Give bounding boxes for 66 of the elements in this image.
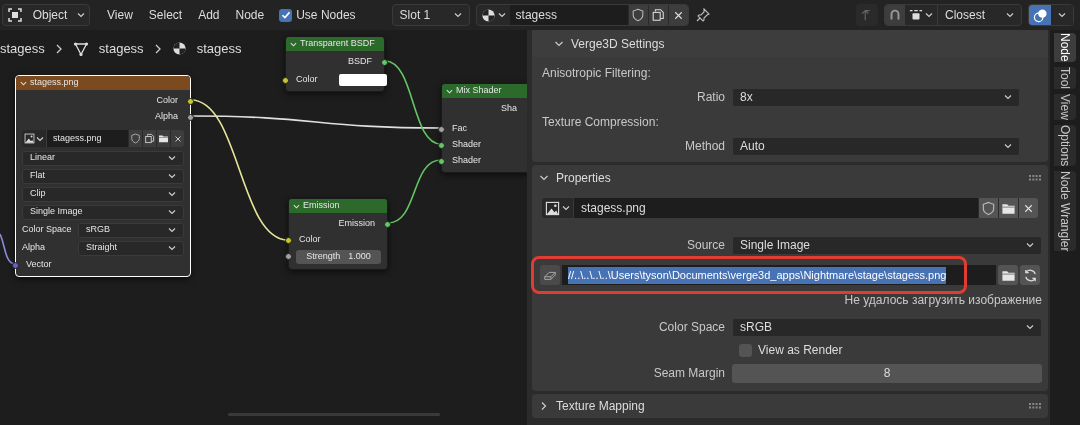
sidebar-tab[interactable]: Tool: [1054, 66, 1076, 89]
socket-label: Fac: [452, 122, 467, 136]
dropdown[interactable]: Single Image: [22, 204, 184, 220]
socket-label: Color: [156, 94, 178, 108]
field-label: Alpha: [22, 241, 47, 255]
socket-label: Color: [296, 73, 318, 87]
field-label: Ratio: [696, 89, 726, 106]
dropdown[interactable]: 8x: [732, 87, 1020, 107]
field-label: Source: [685, 237, 726, 254]
number-field[interactable]: 8: [732, 363, 1042, 383]
mode-dropdown[interactable]: Object: [2, 4, 90, 26]
group-heading: Texture Compression:: [541, 113, 660, 131]
menu-item[interactable]: Add: [191, 4, 227, 26]
section-header[interactable]: Texture Mapping: [532, 394, 1048, 418]
sidebar-tab[interactable]: Node: [1054, 33, 1076, 62]
node-header[interactable]: stagess.png: [16, 76, 190, 90]
dropdown[interactable]: Linear: [22, 150, 184, 166]
node-title: Mix Shader: [456, 84, 502, 98]
node-header[interactable]: Transparent BSDF: [286, 37, 384, 51]
node-card[interactable]: Emission Emission Color Strength 1.000: [288, 198, 388, 270]
dropdown[interactable]: Auto: [732, 136, 1020, 156]
node-card[interactable]: Transparent BSDF BSDF Color: [285, 36, 385, 92]
filepath-field[interactable]: //..\..\..\..\Users\tyson\Documents\verge3d_apps\Nightmare\stage\stagess.png: [562, 265, 996, 285]
socket-label: Alpha: [154, 110, 178, 124]
field-label: Seam Margin: [652, 365, 726, 382]
field-label: Color Space: [22, 223, 73, 237]
node-title: stagess.png: [30, 76, 79, 90]
dropdown[interactable]: Flat: [22, 168, 184, 184]
dropdown[interactable]: sRGB: [78, 222, 184, 238]
checkbox-label: Use Nodes: [296, 7, 356, 24]
node-header[interactable]: Mix Shader: [442, 84, 527, 98]
socket-label: Vector: [26, 258, 52, 272]
node-title: Transparent BSDF: [300, 37, 375, 51]
dropdown[interactable]: Straight: [78, 240, 184, 256]
socket-label: Sha: [501, 102, 517, 116]
field-label: Color Space: [657, 319, 726, 336]
image-name-field[interactable]: stagess.png: [46, 130, 128, 147]
breadcrumb-item[interactable]: stagess: [196, 39, 242, 59]
sidebar-tab[interactable]: View: [1054, 93, 1076, 120]
field-label: Method: [683, 138, 726, 155]
node-card[interactable]: Mix Shader Sha Fac Shader Shader: [441, 83, 527, 173]
error-message: Не удалось загрузить изображение: [844, 293, 1042, 307]
breadcrumb-item[interactable]: stagess: [0, 39, 45, 59]
slot-dropdown[interactable]: Slot 1: [391, 4, 470, 26]
node-title: Emission: [303, 199, 340, 213]
socket-label: Shader: [452, 154, 482, 168]
sidebar-tab[interactable]: Options: [1054, 124, 1076, 166]
dropdown[interactable]: Single Image: [732, 235, 1042, 255]
section-header[interactable]: Properties: [532, 165, 1048, 190]
dropdown[interactable]: sRGB: [732, 317, 1042, 337]
node-header[interactable]: Emission: [289, 199, 387, 213]
sidebar-tab[interactable]: Node Wrangler: [1054, 170, 1076, 252]
socket-label: Color: [299, 233, 321, 247]
node-card[interactable]: stagess.png Color Alpha stagess.png Linear Flat Clip Single Image Color Space sRGB Alpha Straight Vector: [15, 75, 191, 277]
menu-item[interactable]: View: [100, 4, 140, 26]
breadcrumb-item[interactable]: stagess: [98, 39, 144, 59]
checkbox-label: View as Render: [758, 342, 843, 359]
value-slider-field[interactable]: Strength 1.000: [296, 250, 381, 264]
group-heading: Anisotropic Filtering:: [541, 64, 652, 82]
image-name-field[interactable]: stagess.png: [573, 198, 978, 218]
socket-label: BSDF: [348, 55, 372, 69]
socket-label: Shader: [452, 138, 482, 152]
menu-item[interactable]: Select: [141, 4, 190, 26]
socket-label: Emission: [338, 217, 375, 231]
menu-item[interactable]: Node: [228, 4, 272, 26]
dropdown[interactable]: Clip: [22, 186, 184, 202]
